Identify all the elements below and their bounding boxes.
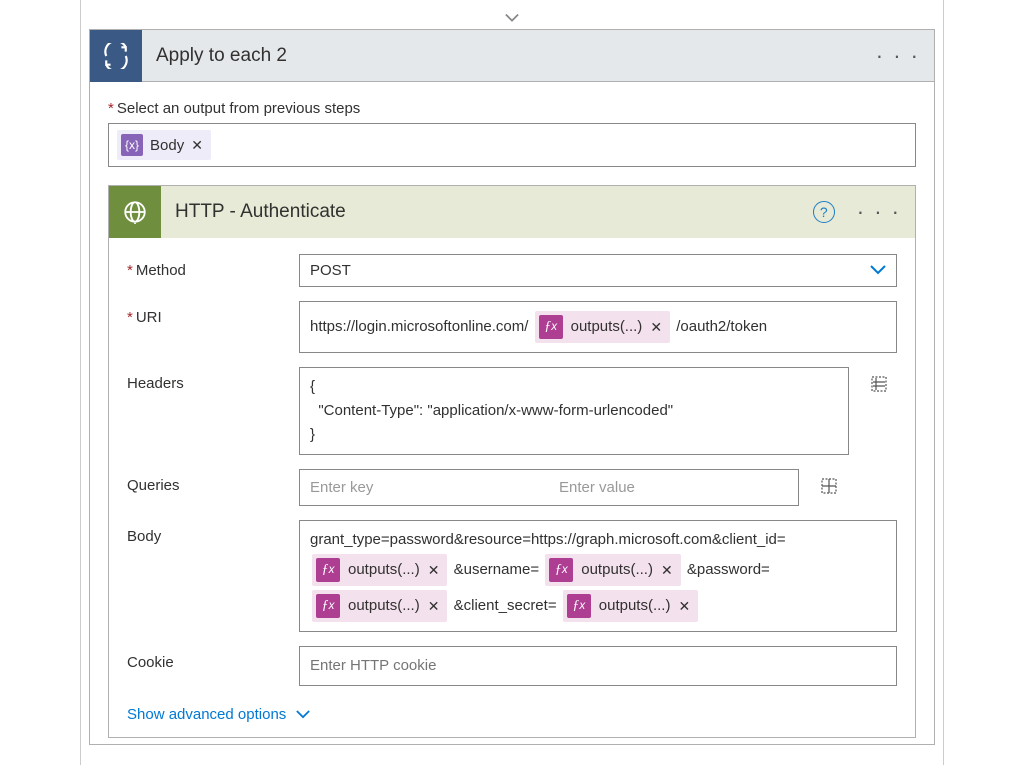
apply-to-each-card: Apply to each 2 · · · *Select an output … bbox=[89, 29, 935, 745]
queries-switch-mode-button[interactable] bbox=[811, 469, 847, 499]
fx-icon: ƒx bbox=[316, 558, 340, 582]
query-key-input[interactable] bbox=[300, 470, 549, 505]
headers-input[interactable]: { "Content-Type": "application/x-www-for… bbox=[299, 367, 849, 455]
http-authenticate-card: HTTP - Authenticate ? · · · *Method POST bbox=[108, 185, 916, 738]
remove-token-button[interactable]: ✕ bbox=[661, 559, 673, 581]
remove-token-button[interactable]: ✕ bbox=[191, 137, 203, 154]
body-label: Body bbox=[127, 520, 287, 545]
headers-switch-mode-button[interactable] bbox=[861, 367, 897, 397]
remove-token-button[interactable]: ✕ bbox=[650, 316, 662, 338]
apply-to-each-menu-button[interactable]: · · · bbox=[862, 43, 934, 69]
uri-expression-token[interactable]: ƒx outputs(...) ✕ bbox=[535, 311, 670, 343]
method-label: *Method bbox=[127, 254, 287, 279]
chevron-down-icon bbox=[870, 262, 886, 279]
help-icon[interactable]: ? bbox=[813, 201, 835, 223]
body-input[interactable]: grant_type=password&resource=https://gra… bbox=[299, 520, 897, 632]
flow-arrow-icon bbox=[89, 10, 935, 29]
fx-icon: ƒx bbox=[316, 594, 340, 618]
queries-label: Queries bbox=[127, 469, 287, 494]
variable-icon: {x} bbox=[121, 134, 143, 156]
body-password-token[interactable]: ƒxoutputs(...)✕ bbox=[312, 590, 447, 622]
fx-icon: ƒx bbox=[549, 558, 573, 582]
http-header[interactable]: HTTP - Authenticate ? · · · bbox=[109, 186, 915, 238]
remove-token-button[interactable]: ✕ bbox=[428, 559, 440, 581]
body-token[interactable]: {x} Body ✕ bbox=[117, 130, 211, 160]
chevron-down-icon bbox=[296, 706, 310, 723]
apply-to-each-title: Apply to each 2 bbox=[142, 45, 862, 67]
remove-token-button[interactable]: ✕ bbox=[678, 595, 690, 617]
method-dropdown[interactable]: POST bbox=[299, 254, 897, 287]
remove-token-button[interactable]: ✕ bbox=[428, 595, 440, 617]
body-secret-token[interactable]: ƒxoutputs(...)✕ bbox=[563, 590, 698, 622]
uri-input[interactable]: https://login.microsoftonline.com/ ƒx ou… bbox=[299, 301, 897, 353]
fx-icon: ƒx bbox=[539, 315, 563, 339]
select-output-input[interactable]: {x} Body ✕ bbox=[108, 123, 916, 167]
uri-label: *URI bbox=[127, 301, 287, 326]
show-advanced-options-button[interactable]: Show advanced options bbox=[127, 700, 310, 729]
fx-icon: ƒx bbox=[567, 594, 591, 618]
query-value-input[interactable] bbox=[549, 470, 798, 505]
http-menu-button[interactable]: · · · bbox=[843, 199, 915, 225]
select-output-label: *Select an output from previous steps bbox=[108, 100, 916, 117]
body-username-token[interactable]: ƒxoutputs(...)✕ bbox=[545, 554, 680, 586]
apply-to-each-header[interactable]: Apply to each 2 · · · bbox=[90, 30, 934, 82]
body-clientid-token[interactable]: ƒxoutputs(...)✕ bbox=[312, 554, 447, 586]
cookie-input[interactable] bbox=[299, 646, 897, 686]
headers-label: Headers bbox=[127, 367, 287, 392]
globe-icon bbox=[109, 186, 161, 238]
loop-icon bbox=[90, 30, 142, 82]
cookie-label: Cookie bbox=[127, 646, 287, 671]
http-title: HTTP - Authenticate bbox=[161, 201, 813, 223]
queries-row bbox=[299, 469, 799, 506]
